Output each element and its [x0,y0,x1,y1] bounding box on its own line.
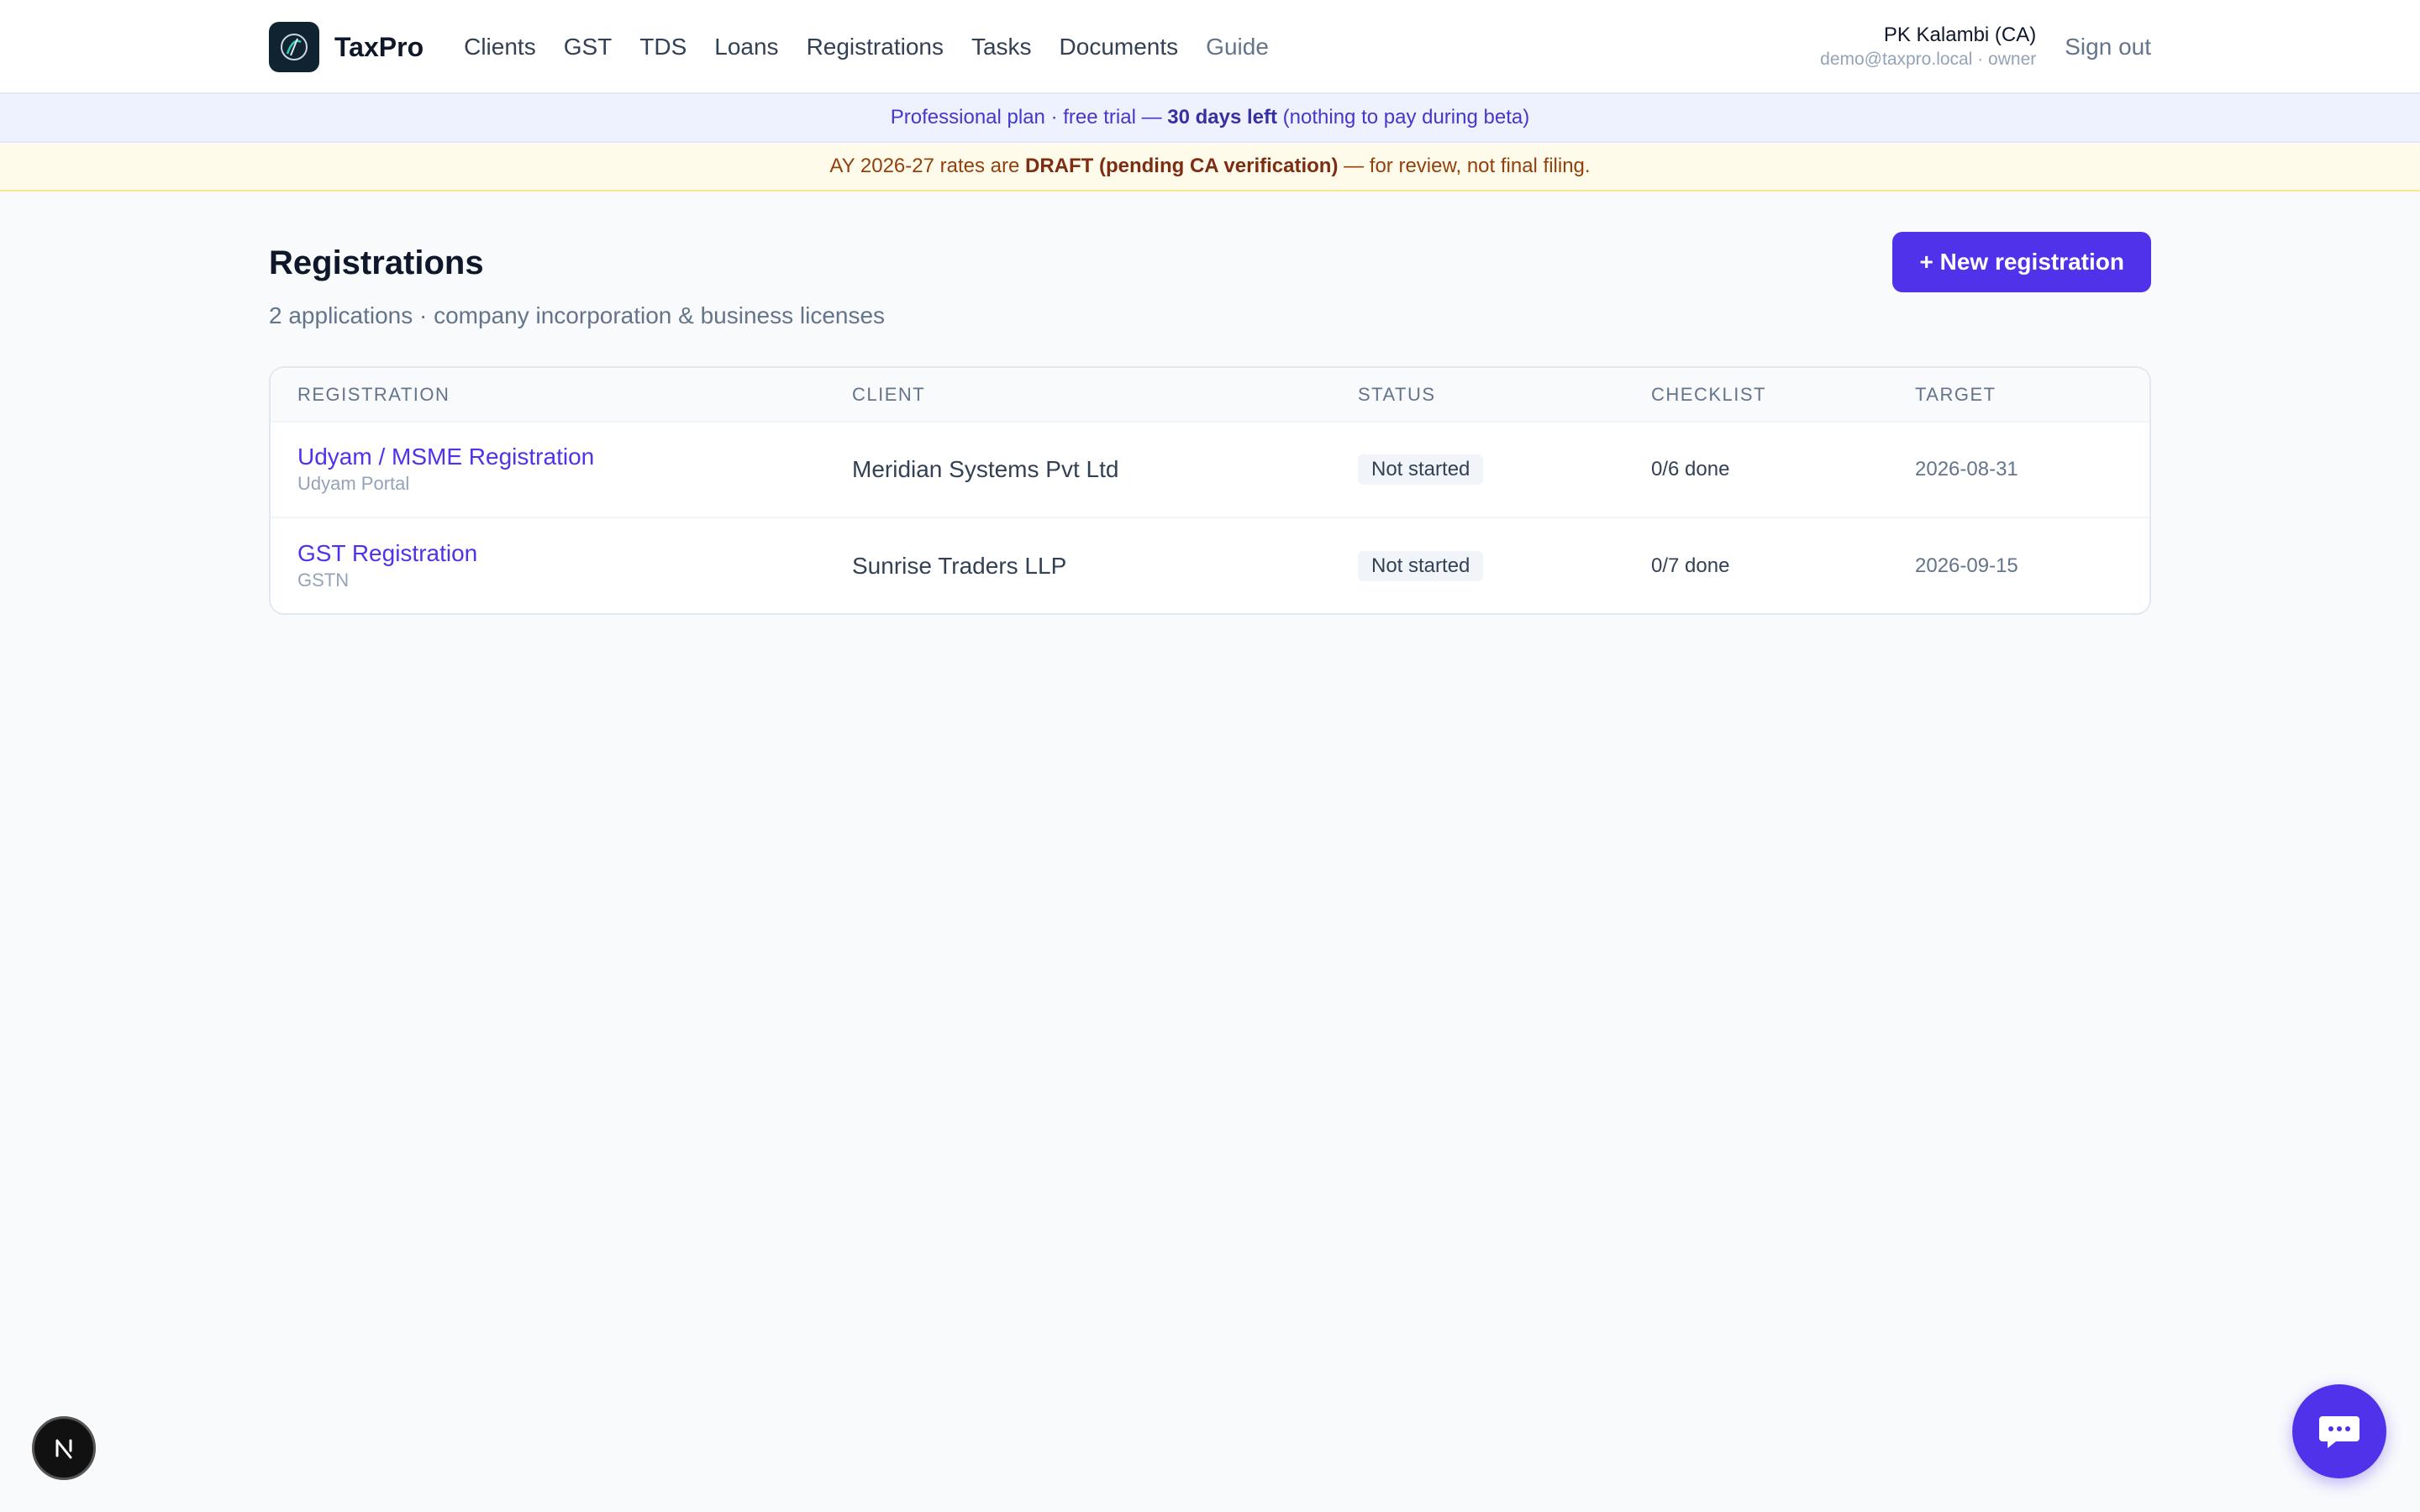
logo-icon[interactable] [269,22,319,72]
registrations-table-card: REGISTRATION CLIENT STATUS CHECKLIST TAR… [269,366,2151,615]
column-header-client: CLIENT [825,368,1331,422]
user-info: PK Kalambi (CA) demo@taxpro.local · owne… [1820,23,2036,71]
main-content: Registrations 2 applications · company i… [269,232,2151,615]
chat-bubble-icon [2319,1416,2360,1448]
plan-banner-prefix: Professional plan · free trial — [890,106,1168,129]
checklist-cell: 0/6 done [1624,421,1888,517]
main-nav: Clients GST TDS Loans Registrations Task… [464,34,1297,60]
new-registration-button[interactable]: + New registration [1892,232,2151,292]
registration-link[interactable]: GST Registration [297,539,825,568]
nav-loans[interactable]: Loans [714,34,778,60]
sign-out-link[interactable]: Sign out [2065,34,2151,60]
user-area: PK Kalambi (CA) demo@taxpro.local · owne… [1820,23,2151,71]
draft-banner-suffix: — for review, not final filing. [1338,155,1591,177]
plan-banner-highlight: 30 days left [1167,106,1277,129]
plan-banner-suffix: (nothing to pay during beta) [1277,106,1530,129]
nav-gst[interactable]: GST [564,34,613,60]
column-header-status: STATUS [1331,368,1624,422]
next-logo-icon [55,1439,72,1459]
top-navigation-bar: TaxPro Clients GST TDS Loans Registratio… [0,0,2420,94]
nav-documents[interactable]: Documents [1060,34,1179,60]
chat-button[interactable] [2292,1384,2386,1478]
brand-name[interactable]: TaxPro [334,32,424,63]
page-subtitle: 2 applications · company incorporation &… [269,302,886,328]
status-badge: Not started [1358,550,1484,581]
page-header: Registrations 2 applications · company i… [269,232,2151,329]
column-header-registration: REGISTRATION [271,368,825,422]
nav-clients[interactable]: Clients [464,34,536,60]
page-title: Registrations [269,244,484,281]
logo-glyph-icon [281,34,308,60]
table-header-row: REGISTRATION CLIENT STATUS CHECKLIST TAR… [271,368,2149,422]
nav-guide[interactable]: Guide [1206,34,1269,60]
registration-cell: Udyam / MSME Registration Udyam Portal [271,421,825,517]
dev-tools-badge[interactable] [32,1416,96,1480]
status-cell: Not started [1331,517,1624,613]
column-header-target: TARGET [1888,368,2149,422]
target-date-cell: 2026-09-15 [1888,517,2149,613]
registration-portal: Udyam Portal [297,473,410,494]
registration-portal: GSTN [297,569,350,591]
column-header-checklist: CHECKLIST [1624,368,1888,422]
user-email: demo@taxpro.local · owner [1820,50,2037,69]
registration-cell: GST Registration GSTN [271,517,825,613]
plan-banner: Professional plan · free trial — 30 days… [0,94,2420,143]
table-row: GST Registration GSTN Sunrise Traders LL… [271,517,2149,613]
user-name: PK Kalambi (CA) [1883,24,2037,46]
client-cell: Meridian Systems Pvt Ltd [825,421,1331,517]
target-date-cell: 2026-08-31 [1888,421,2149,517]
nav-tds[interactable]: TDS [639,34,687,60]
top-navigation-inner: TaxPro Clients GST TDS Loans Registratio… [269,0,2151,94]
draft-banner-prefix: AY 2026-27 rates are [829,155,1025,177]
page-heading-block: Registrations 2 applications · company i… [269,232,885,329]
registrations-table: REGISTRATION CLIENT STATUS CHECKLIST TAR… [271,368,2149,613]
status-cell: Not started [1331,421,1624,517]
status-badge: Not started [1358,454,1484,485]
nav-tasks[interactable]: Tasks [971,34,1032,60]
client-cell: Sunrise Traders LLP [825,517,1331,613]
nav-registrations[interactable]: Registrations [807,34,944,60]
checklist-cell: 0/7 done [1624,517,1888,613]
draft-banner-highlight: DRAFT (pending CA verification) [1025,155,1339,177]
table-row: Udyam / MSME Registration Udyam Portal M… [271,421,2149,517]
draft-rates-banner: AY 2026-27 rates are DRAFT (pending CA v… [0,143,2420,192]
registration-link[interactable]: Udyam / MSME Registration [297,443,825,471]
